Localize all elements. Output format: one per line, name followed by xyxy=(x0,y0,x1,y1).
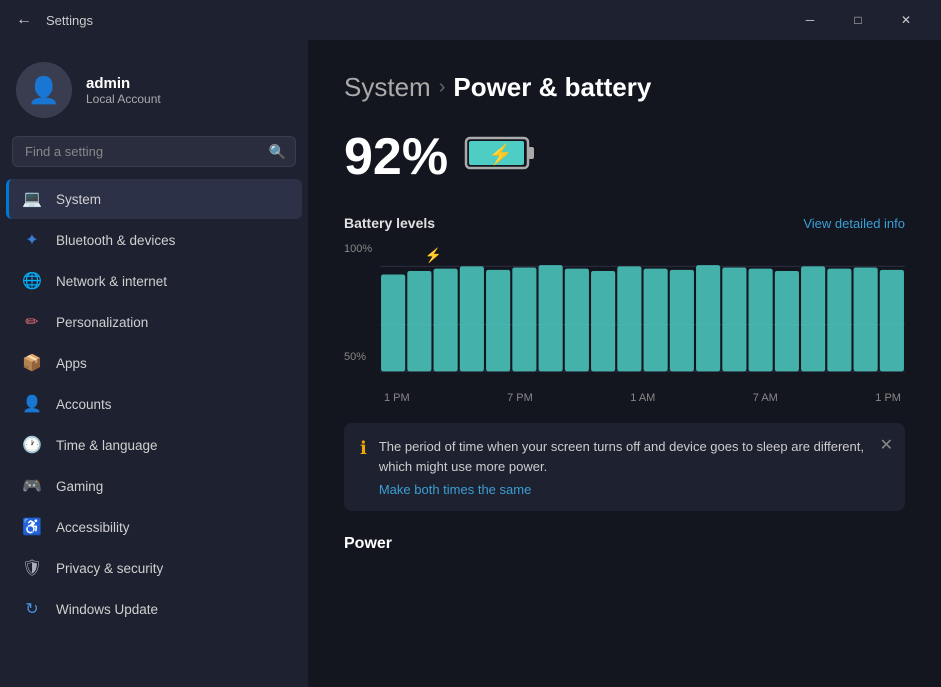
avatar: 👤 xyxy=(16,62,72,118)
maximize-button[interactable]: □ xyxy=(835,4,881,36)
user-section: 👤 admin Local Account xyxy=(0,52,308,136)
chart-x-labels: 1 PM 7 PM 1 AM 7 AM 1 PM xyxy=(380,392,905,404)
warning-box: ℹ The period of time when your screen tu… xyxy=(344,423,905,511)
chart-label-1pm-start: 1 PM xyxy=(384,392,410,404)
sidebar-item-label-apps: Apps xyxy=(56,356,87,371)
close-icon: ✕ xyxy=(901,13,911,27)
sidebar-item-network[interactable]: 🌐 Network & internet xyxy=(6,261,302,301)
sidebar-item-label-network: Network & internet xyxy=(56,274,167,289)
avatar-icon: 👤 xyxy=(28,75,60,106)
nav-list: 💻 System ✦ Bluetooth & devices 🌐 Network… xyxy=(0,179,308,629)
warning-content: The period of time when your screen turn… xyxy=(379,437,889,497)
sidebar-item-label-personalization: Personalization xyxy=(56,315,148,330)
charging-pin-icon: ⚡ xyxy=(425,247,442,264)
breadcrumb: System › Power & battery xyxy=(344,72,905,103)
power-section: Power xyxy=(344,535,905,553)
sidebar-item-label-gaming: Gaming xyxy=(56,479,103,494)
system-icon: 💻 xyxy=(22,189,42,209)
search-input[interactable] xyxy=(12,136,296,167)
user-name: admin xyxy=(86,75,161,92)
sidebar-item-label-bluetooth: Bluetooth & devices xyxy=(56,233,175,248)
chart-label-1pm-end: 1 PM xyxy=(875,392,901,404)
privacy-icon: 🛡 xyxy=(22,558,42,578)
sidebar-item-label-windows-update: Windows Update xyxy=(56,602,158,617)
titlebar-title: Settings xyxy=(46,13,777,28)
accessibility-icon: ♿ xyxy=(22,517,42,537)
main-content: System › Power & battery 92% ⚡ Battery l… xyxy=(308,40,941,687)
back-icon: ← xyxy=(16,11,32,29)
chart-label-7am: 7 AM xyxy=(753,392,778,404)
sidebar-item-label-time: Time & language xyxy=(56,438,158,453)
personalization-icon: ✏ xyxy=(22,312,42,332)
chart-title: Battery levels xyxy=(344,215,435,231)
sidebar-item-privacy[interactable]: 🛡 Privacy & security xyxy=(6,548,302,588)
gaming-icon: 🎮 xyxy=(22,476,42,496)
accounts-icon: 👤 xyxy=(22,394,42,414)
search-icon: 🔍 xyxy=(269,143,286,160)
user-account-type: Local Account xyxy=(86,92,161,106)
sidebar-item-accounts[interactable]: 👤 Accounts xyxy=(6,384,302,424)
chart-label-1am: 1 AM xyxy=(630,392,655,404)
network-icon: 🌐 xyxy=(22,271,42,291)
battery-display: 92% ⚡ xyxy=(344,127,905,187)
warning-info-icon: ℹ xyxy=(360,438,367,459)
sidebar-item-time[interactable]: 🕐 Time & language xyxy=(6,425,302,465)
close-button[interactable]: ✕ xyxy=(883,4,929,36)
make-times-same-link[interactable]: Make both times the same xyxy=(379,482,889,497)
battery-icon: ⚡ xyxy=(464,133,536,182)
breadcrumb-parent: System xyxy=(344,72,431,103)
battery-chart-svg xyxy=(380,243,905,383)
search-box: 🔍 xyxy=(12,136,296,167)
window-controls: ─ □ ✕ xyxy=(787,4,929,36)
view-detailed-info-link[interactable]: View detailed info xyxy=(803,216,905,231)
warning-text: The period of time when your screen turn… xyxy=(379,439,864,474)
chart-y-label-50: 50% xyxy=(344,351,372,363)
chart-section: Battery levels View detailed info 100% 5… xyxy=(344,215,905,403)
app-container: 👤 admin Local Account 🔍 💻 System ✦ Bluet… xyxy=(0,40,941,687)
windows-update-icon: ↻ xyxy=(22,599,42,619)
user-info: admin Local Account xyxy=(86,75,161,106)
bluetooth-icon: ✦ xyxy=(22,230,42,250)
sidebar-item-bluetooth[interactable]: ✦ Bluetooth & devices xyxy=(6,220,302,260)
chart-header: Battery levels View detailed info xyxy=(344,215,905,231)
back-button[interactable]: ← xyxy=(12,8,36,32)
warning-close-button[interactable]: ✕ xyxy=(880,435,893,455)
chart-label-7pm: 7 PM xyxy=(507,392,533,404)
minimize-icon: ─ xyxy=(806,13,815,27)
sidebar-item-windows-update[interactable]: ↻ Windows Update xyxy=(6,589,302,629)
sidebar-item-label-privacy: Privacy & security xyxy=(56,561,163,576)
sidebar-item-personalization[interactable]: ✏ Personalization xyxy=(6,302,302,342)
sidebar-item-label-system: System xyxy=(56,192,101,207)
battery-percentage: 92% xyxy=(344,127,448,187)
chart-y-label-100: 100% xyxy=(344,243,372,255)
sidebar: 👤 admin Local Account 🔍 💻 System ✦ Bluet… xyxy=(0,40,308,687)
sidebar-item-accessibility[interactable]: ♿ Accessibility xyxy=(6,507,302,547)
sidebar-item-gaming[interactable]: 🎮 Gaming xyxy=(6,466,302,506)
sidebar-item-system[interactable]: 💻 System xyxy=(6,179,302,219)
minimize-button[interactable]: ─ xyxy=(787,4,833,36)
titlebar: ← Settings ─ □ ✕ xyxy=(0,0,941,40)
apps-icon: 📦 xyxy=(22,353,42,373)
breadcrumb-current: Power & battery xyxy=(453,72,651,103)
chart-container: 100% 50% 1 PM 7 PM 1 AM 7 AM 1 PM xyxy=(344,243,905,403)
sidebar-item-apps[interactable]: 📦 Apps xyxy=(6,343,302,383)
svg-text:⚡: ⚡ xyxy=(488,142,513,166)
power-section-title: Power xyxy=(344,535,392,552)
sidebar-item-label-accessibility: Accessibility xyxy=(56,520,130,535)
breadcrumb-separator: › xyxy=(439,76,446,99)
maximize-icon: □ xyxy=(854,13,861,27)
sidebar-item-label-accounts: Accounts xyxy=(56,397,112,412)
time-icon: 🕐 xyxy=(22,435,42,455)
